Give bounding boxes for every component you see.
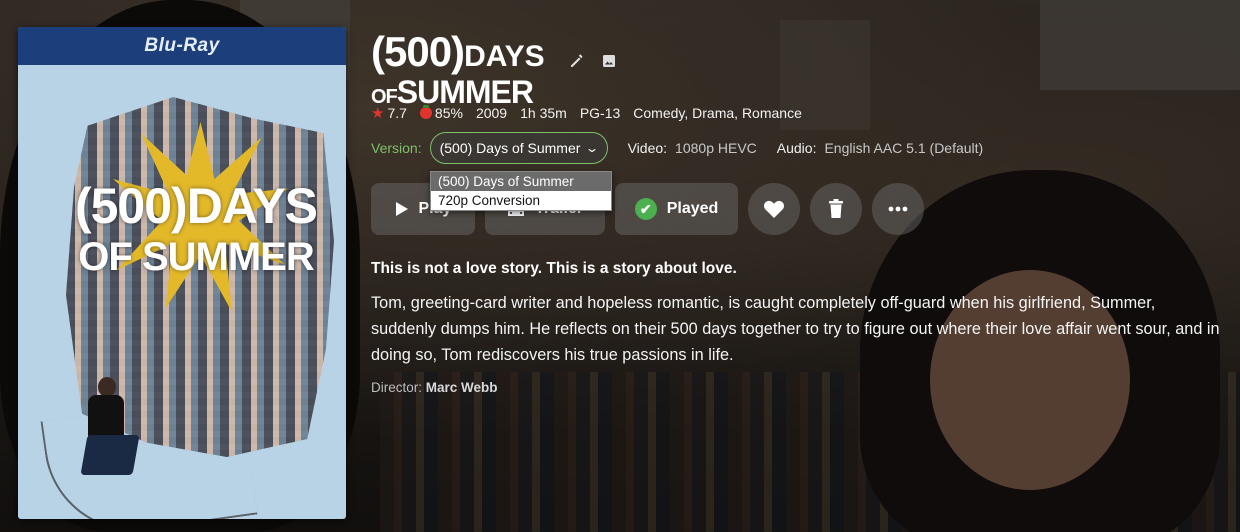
- trash-icon: [829, 199, 843, 218]
- version-option[interactable]: (500) Days of Summer: [431, 172, 611, 191]
- version-label: Version:: [371, 140, 422, 156]
- video-label: Video:: [627, 140, 668, 156]
- critic-value: 85%: [434, 105, 463, 121]
- title-logo: (500)DAYS OFSUMMER: [371, 28, 545, 111]
- poster-image[interactable]: Blu-Ray (500)DAYS OF SUMMER: [18, 27, 346, 519]
- more-button[interactable]: [872, 183, 924, 235]
- certification: PG-13: [579, 105, 621, 121]
- star-icon: ★: [371, 105, 385, 122]
- favorite-button[interactable]: [748, 183, 800, 235]
- version-selected: (500) Days of Summer: [439, 140, 581, 156]
- audio-label: Audio:: [776, 140, 817, 156]
- delete-button[interactable]: [810, 183, 862, 235]
- poster-title: (500)DAYS OF SUMMER: [56, 177, 336, 280]
- edit-pencil-icon[interactable]: [568, 52, 586, 70]
- image-icon[interactable]: [600, 52, 618, 70]
- check-circle-icon: ✔: [634, 198, 657, 220]
- audio-value: English AAC 5.1 (Default): [824, 140, 984, 156]
- bluray-label: Blu-Ray: [144, 35, 220, 56]
- poster-title-line1: (500)DAYS: [74, 178, 318, 234]
- media-info-row: Version: (500) Days of Summer ⌄ Video: 1…: [371, 132, 983, 164]
- rating-value: 7.7: [387, 105, 407, 121]
- more-horizontal-icon: [888, 206, 908, 212]
- logo-500: (500): [371, 28, 465, 75]
- poster-title-line2: OF SUMMER: [78, 235, 314, 279]
- video-value: 1080p HEVC: [675, 140, 757, 156]
- genres: Comedy, Drama, Romance: [633, 105, 802, 121]
- tagline: This is not a love story. This is a stor…: [371, 260, 737, 277]
- version-select[interactable]: (500) Days of Summer ⌄: [429, 132, 608, 164]
- runtime: 1h 35m: [520, 105, 567, 121]
- metadata-row: ★ 7.7 85% 2009 1h 35m PG-13 Comedy, Dram…: [371, 104, 802, 122]
- version-dropdown-list: (500) Days of Summer 720p Conversion: [430, 171, 612, 211]
- director-label: Director:: [371, 380, 423, 395]
- heart-icon: [763, 200, 785, 218]
- played-label: Played: [666, 200, 719, 217]
- year: 2009: [475, 105, 508, 121]
- play-icon: [395, 202, 408, 216]
- poster-wire: [40, 393, 258, 519]
- tomato-icon: [419, 105, 432, 119]
- critic-rating: 85%: [419, 105, 463, 121]
- director-name[interactable]: Marc Webb: [426, 380, 498, 395]
- overview: Tom, greeting-card writer and hopeless r…: [371, 294, 1220, 364]
- director-line: Director: Marc Webb: [371, 380, 498, 395]
- poster-figure: [76, 377, 140, 477]
- bluray-banner: Blu-Ray: [18, 27, 346, 65]
- community-rating: ★ 7.7: [371, 104, 407, 122]
- logo-days: DAYS: [464, 40, 545, 73]
- version-option[interactable]: 720p Conversion: [431, 191, 611, 210]
- played-button[interactable]: ✔ Played: [615, 183, 738, 235]
- chevron-down-icon: ⌄: [584, 141, 599, 155]
